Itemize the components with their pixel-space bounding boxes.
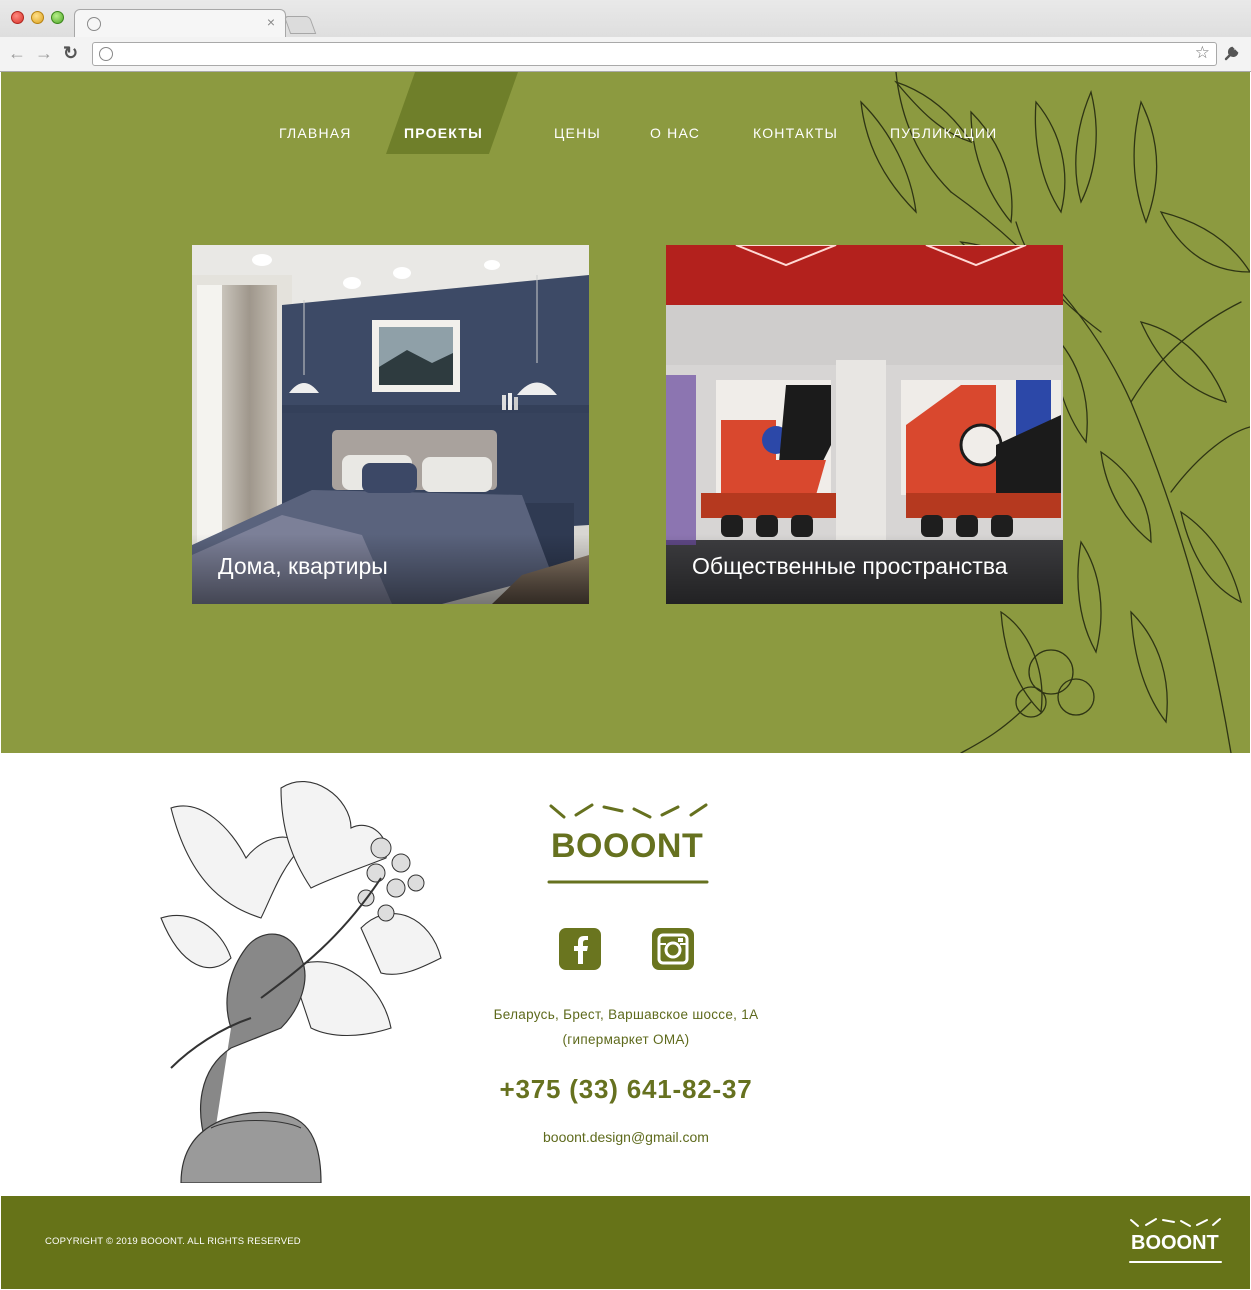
copyright-text: COPYRIGHT © 2019 BOOONT. ALL RIGHTS RESE…	[45, 1236, 301, 1247]
new-tab-button[interactable]	[283, 16, 317, 34]
instagram-icon[interactable]	[652, 928, 694, 970]
address-line: Беларусь, Брест, Варшавское шоссе, 1А	[493, 1007, 759, 1022]
card-title: Дома, квартиры	[218, 553, 388, 579]
forward-arrow-icon[interactable]: →	[35, 43, 53, 63]
facebook-icon[interactable]	[559, 928, 601, 970]
email-link[interactable]: booont.design@gmail.com	[441, 1129, 811, 1145]
browser-chrome: × ← → ↻ ☆	[0, 0, 1251, 72]
minimize-window-button[interactable]	[31, 11, 44, 24]
globe-icon	[99, 47, 113, 61]
close-icon[interactable]: ×	[267, 15, 275, 29]
bookmark-star-icon[interactable]: ☆	[1195, 43, 1210, 63]
card-title: Общественные пространства	[692, 553, 1008, 579]
footer-logo[interactable]: BOOONT	[1128, 1216, 1223, 1266]
nav-item-prices[interactable]: ЦЕНЫ	[554, 125, 601, 141]
reload-icon[interactable]: ↻	[63, 43, 78, 63]
footer: COPYRIGHT © 2019 BOOONT. ALL RIGHTS RESE…	[1, 1196, 1250, 1289]
address-bar[interactable]: ☆	[92, 42, 1217, 66]
nav-active-indicator	[386, 72, 518, 154]
globe-icon	[87, 17, 101, 31]
browser-toolbar: ← → ↻ ☆	[0, 37, 1251, 71]
zoom-window-button[interactable]	[51, 11, 64, 24]
footer-logo-text: BOOONT	[1131, 1232, 1219, 1254]
project-card-homes[interactable]: Дома, квартиры	[192, 245, 589, 604]
nav-item-contacts[interactable]: КОНТАКТЫ	[753, 125, 838, 141]
back-arrow-icon[interactable]: ←	[8, 43, 26, 63]
booont-logo[interactable]: BOOONT	[546, 801, 711, 886]
address-note: (гипермаркет ОМА)	[562, 1032, 690, 1047]
browser-tab[interactable]: ×	[74, 9, 286, 37]
contact-section: BOOONT Беларусь, Брест, Варшавское шоссе…	[1, 753, 1250, 1196]
nav-item-projects[interactable]: ПРОЕКТЫ	[404, 125, 483, 141]
phone-link[interactable]: +375 (33) 641-82-37	[441, 1074, 811, 1105]
main-nav: ГЛАВНАЯ ПРОЕКТЫ ЦЕНЫ О НАС КОНТАКТЫ ПУБЛ…	[1, 72, 1250, 154]
wrench-icon[interactable]	[1223, 44, 1241, 67]
project-card-public-spaces[interactable]: Общественные пространства	[666, 245, 1063, 604]
hand-branch-illustration	[160, 781, 442, 1183]
hero-section: ГЛАВНАЯ ПРОЕКТЫ ЦЕНЫ О НАС КОНТАКТЫ ПУБЛ…	[1, 72, 1250, 753]
nav-item-publications[interactable]: ПУБЛИКАЦИИ	[890, 125, 997, 141]
nav-item-about[interactable]: О НАС	[650, 125, 700, 141]
close-window-button[interactable]	[11, 11, 24, 24]
nav-item-home[interactable]: ГЛАВНАЯ	[279, 125, 352, 141]
logo-text: BOOONT	[551, 827, 704, 865]
